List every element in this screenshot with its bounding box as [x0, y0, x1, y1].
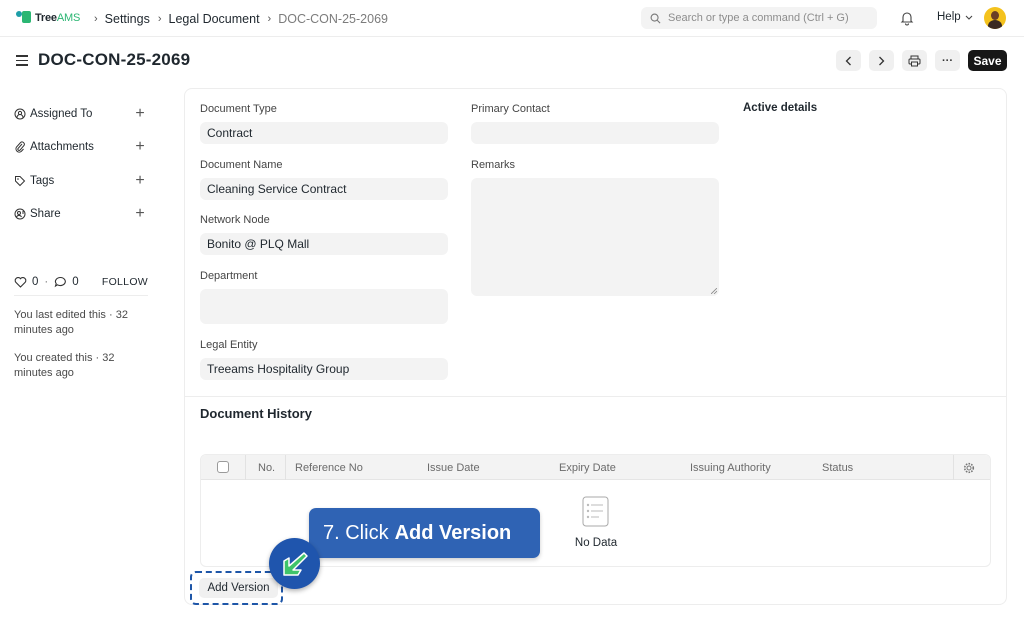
follow-button[interactable]: FOLLOW: [102, 276, 148, 288]
separator-dot: ·: [44, 275, 49, 288]
breadcrumb: › Settings › Legal Document › DOC-CON-25…: [90, 0, 388, 37]
activity-created: You created this · 32 minutes ago: [14, 352, 115, 379]
department-label: Department: [200, 270, 258, 282]
column-reference-no: Reference No: [295, 461, 363, 474]
tutorial-action-text: Add Version: [394, 521, 512, 544]
app-logo[interactable]: TreeAMS: [16, 8, 80, 28]
plus-icon[interactable]: +: [134, 105, 146, 123]
page-title: DOC-CON-25-2069: [38, 50, 191, 69]
chevron-right-icon: ›: [94, 12, 98, 25]
heart-icon: [14, 276, 27, 288]
breadcrumb-current: DOC-CON-25-2069: [278, 11, 388, 26]
gear-icon[interactable]: [963, 462, 975, 474]
comment-icon: [54, 276, 67, 287]
sidebar-item-label: Attachments: [30, 141, 94, 154]
chevron-down-icon: [965, 15, 973, 20]
document-type-field[interactable]: Contract: [200, 122, 448, 144]
document-name-label: Document Name: [200, 159, 283, 171]
logo-icon: [16, 9, 34, 27]
chevron-right-icon: ›: [157, 12, 162, 25]
table-header: No. Reference No Issue Date Expiry Date …: [201, 455, 990, 480]
chevron-right-icon: [879, 56, 885, 65]
search-input[interactable]: Search or type a command (Ctrl + G): [641, 7, 877, 29]
column-no: No.: [258, 461, 276, 474]
sidebar-item-label: Assigned To: [30, 107, 93, 120]
sidebar-item-share[interactable]: Share +: [14, 198, 150, 232]
plus-icon[interactable]: +: [134, 172, 146, 190]
column-issuing-authority: Issuing Authority: [690, 461, 771, 474]
plus-icon[interactable]: +: [134, 138, 146, 156]
help-menu[interactable]: Help: [937, 11, 973, 23]
logo-suffix: AMS: [56, 12, 81, 24]
engagement-stats: 0 · 0 FOLLOW: [14, 268, 148, 296]
network-node-label: Network Node: [200, 214, 270, 226]
previous-button[interactable]: [836, 50, 861, 71]
empty-list-icon: [582, 496, 609, 527]
tutorial-step-text: 7. Click: [323, 521, 389, 544]
help-label: Help: [937, 11, 961, 23]
column-status: Status: [822, 461, 854, 474]
logo-name: Tree: [35, 12, 57, 24]
chevron-left-icon: [845, 56, 851, 65]
page-head: DOC-CON-25-2069 ··· Save: [0, 40, 1024, 82]
primary-contact-field[interactable]: [471, 122, 719, 144]
avatar[interactable]: [984, 7, 1006, 29]
like-button[interactable]: 0: [14, 276, 38, 288]
printer-icon: [908, 55, 921, 66]
remarks-label: Remarks: [471, 159, 516, 171]
sidebar-item-label: Tags: [30, 174, 55, 187]
column-issue-date: Issue Date: [427, 461, 480, 474]
print-button[interactable]: [902, 50, 927, 71]
save-button[interactable]: Save: [968, 50, 1007, 71]
plus-icon[interactable]: +: [134, 205, 146, 223]
highlight-outline: [190, 571, 283, 605]
resize-handle-icon[interactable]: [711, 288, 717, 294]
comment-count: 0: [72, 275, 79, 288]
legal-entity-field[interactable]: Treeams Hospitality Group: [200, 358, 448, 380]
sidebar-item-label: Share: [30, 208, 61, 221]
select-all-checkbox[interactable]: [217, 461, 229, 473]
menu-icon[interactable]: [16, 55, 28, 66]
bell-icon[interactable]: [899, 10, 915, 26]
active-details-title: Active details: [743, 102, 818, 114]
tag-icon: [15, 175, 26, 186]
search-icon: [650, 13, 661, 23]
chevron-right-icon: ›: [267, 12, 272, 25]
comment-button[interactable]: 0: [54, 275, 79, 288]
like-count: 0: [32, 275, 39, 288]
no-data-text: No Data: [574, 537, 618, 549]
form-sidebar: Assigned To + Attachments + Tags + Share…: [14, 97, 150, 231]
breadcrumb-settings[interactable]: Settings: [105, 12, 150, 26]
search-placeholder: Search or type a command (Ctrl + G): [668, 12, 849, 24]
section-divider: [184, 396, 1007, 397]
next-button[interactable]: [869, 50, 894, 71]
column-expiry-date: Expiry Date: [559, 461, 616, 474]
sidebar-item-attachments[interactable]: Attachments +: [14, 131, 150, 165]
paperclip-icon: [15, 141, 25, 153]
sidebar-item-tags[interactable]: Tags +: [14, 164, 150, 198]
more-actions-button[interactable]: ···: [935, 50, 960, 71]
breadcrumb-legal-document[interactable]: Legal Document: [169, 12, 260, 26]
arrow-down-left-icon: [282, 551, 308, 576]
activity-last-edited: You last edited this · 32 minutes ago: [14, 309, 128, 336]
document-type-label: Document Type: [200, 103, 277, 115]
remarks-textarea[interactable]: [471, 178, 719, 296]
assign-icon: [14, 108, 26, 120]
tutorial-tooltip: 7. Click Add Version: [309, 508, 540, 558]
top-navbar: TreeAMS › Settings › Legal Document › DO…: [0, 0, 1024, 37]
department-field[interactable]: [200, 289, 448, 324]
legal-entity-label: Legal Entity: [200, 339, 258, 351]
pointer-badge: [269, 538, 320, 589]
document-name-field[interactable]: Cleaning Service Contract: [200, 178, 448, 200]
sidebar-item-assigned-to[interactable]: Assigned To +: [14, 97, 150, 131]
network-node-field[interactable]: Bonito @ PLQ Mall: [200, 233, 448, 255]
share-icon: [14, 208, 26, 220]
document-history-title: Document History: [200, 406, 312, 421]
primary-contact-label: Primary Contact: [471, 103, 550, 115]
